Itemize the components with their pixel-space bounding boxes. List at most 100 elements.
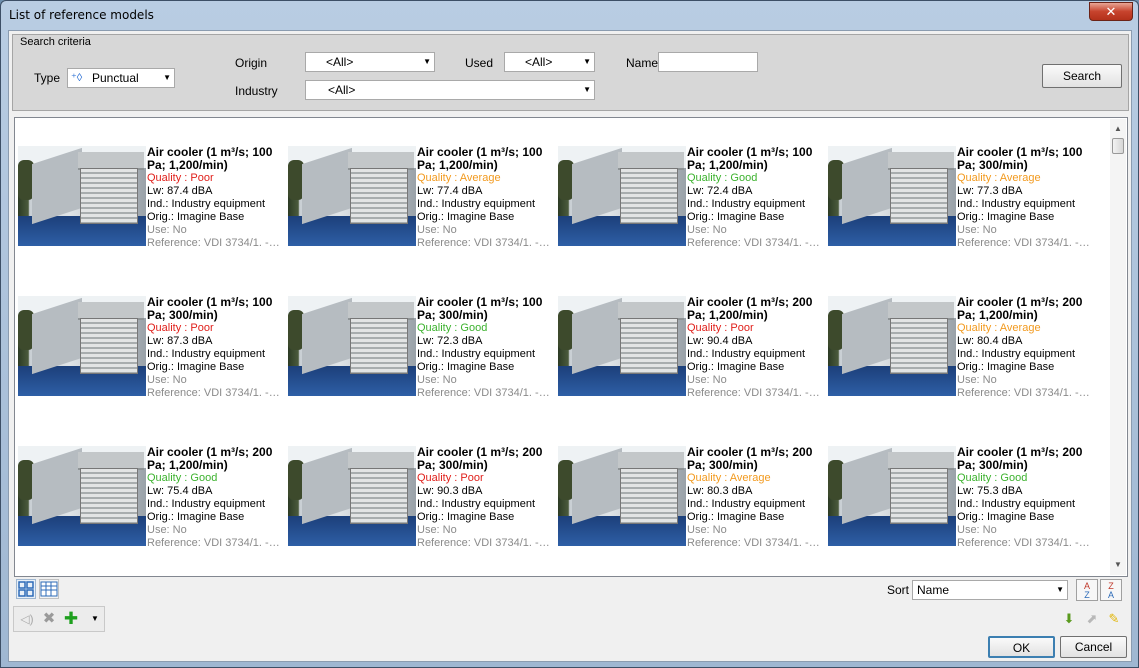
model-industry: Ind.: Industry equipment bbox=[687, 348, 806, 360]
model-lw: Lw: 90.3 dBA bbox=[417, 485, 483, 497]
sort-ascending-button[interactable]: AZ bbox=[1076, 579, 1098, 601]
model-origin: Orig.: Imagine Base bbox=[957, 511, 1055, 523]
model-info: Air cooler (1 m³/s; 100 Pa; 300/min) Qual… bbox=[417, 296, 553, 400]
model-card[interactable]: Air cooler (1 m³/s; 200 Pa; 300/min) Qual… bbox=[828, 446, 1093, 556]
model-reference: Reference: VDI 3734/1. -- Air ... bbox=[417, 387, 553, 399]
model-card[interactable]: Air cooler (1 m³/s; 100 Pa; 300/min) Qual… bbox=[828, 146, 1093, 256]
name-label: Name bbox=[626, 56, 659, 70]
model-lw: Lw: 90.4 dBA bbox=[687, 335, 753, 347]
model-quality: Quality : Average bbox=[417, 172, 501, 184]
model-use: Use: No bbox=[147, 224, 187, 236]
model-lw: Lw: 75.4 dBA bbox=[147, 485, 213, 497]
model-industry: Ind.: Industry equipment bbox=[417, 348, 536, 360]
delete-icon[interactable]: ✖ bbox=[40, 610, 58, 628]
vertical-scrollbar[interactable]: ▲ ▼ bbox=[1110, 119, 1126, 575]
model-lw: Lw: 87.3 dBA bbox=[147, 335, 213, 347]
model-lw: Lw: 80.4 dBA bbox=[957, 335, 1023, 347]
used-select[interactable]: <All> ▼ bbox=[504, 52, 595, 72]
chevron-down-icon[interactable]: ▼ bbox=[86, 610, 104, 628]
sort-select-value: Name bbox=[917, 583, 950, 597]
model-info: Air cooler (1 m³/s; 100 Pa; 1,200/min) Qu… bbox=[147, 146, 283, 250]
model-reference: Reference: VDI 3734/1. -- Air ... bbox=[957, 237, 1093, 249]
model-lw: Lw: 75.3 dBA bbox=[957, 485, 1023, 497]
model-lw: Lw: 87.4 dBA bbox=[147, 185, 213, 197]
model-quality: Quality : Poor bbox=[147, 172, 214, 184]
chevron-down-icon: ▼ bbox=[583, 57, 591, 66]
sort-descending-button[interactable]: ZA bbox=[1100, 579, 1122, 601]
edit-note-icon[interactable]: ✎ bbox=[1105, 610, 1123, 628]
import-icon[interactable]: ⬇ bbox=[1060, 610, 1078, 628]
search-criteria-legend: Search criteria bbox=[20, 36, 91, 48]
scroll-up-icon[interactable]: ▲ bbox=[1110, 121, 1126, 137]
model-info: Air cooler (1 m³/s; 200 Pa; 1,200/min) Qu… bbox=[147, 446, 283, 550]
model-industry: Ind.: Industry equipment bbox=[147, 348, 266, 360]
model-info: Air cooler (1 m³/s; 100 Pa; 300/min) Qual… bbox=[147, 296, 283, 400]
industry-select[interactable]: <All> ▼ bbox=[305, 80, 595, 100]
scroll-down-icon[interactable]: ▼ bbox=[1110, 557, 1126, 573]
model-card[interactable]: Air cooler (1 m³/s; 100 Pa; 1,200/min) Qu… bbox=[558, 146, 823, 256]
results-list: Air cooler (1 m³/s; 100 Pa; 1,200/min) Qu… bbox=[14, 117, 1128, 577]
model-name: Air cooler (1 m³/s; 200 Pa; 1,200/min) bbox=[957, 295, 1083, 322]
model-reference: Reference: VDI 3734/1. -- Air ... bbox=[957, 537, 1093, 549]
model-reference: Reference: VDI 3734/1. -- Air ... bbox=[687, 387, 823, 399]
search-button[interactable]: Search bbox=[1042, 64, 1122, 88]
add-icon[interactable]: ✚ bbox=[62, 610, 80, 628]
sort-select[interactable]: Name ▼ bbox=[912, 580, 1068, 600]
chevron-down-icon: ▼ bbox=[1056, 585, 1064, 594]
speaker-icon[interactable]: ◁) bbox=[18, 610, 36, 628]
model-card[interactable]: Air cooler (1 m³/s; 200 Pa; 1,200/min) Qu… bbox=[828, 296, 1093, 406]
model-thumbnail bbox=[18, 296, 146, 396]
model-thumbnail bbox=[828, 296, 956, 396]
window-title: List of reference models bbox=[9, 8, 154, 22]
origin-select[interactable]: <All> ▼ bbox=[305, 52, 435, 72]
model-origin: Orig.: Imagine Base bbox=[687, 361, 785, 373]
model-card[interactable]: Air cooler (1 m³/s; 100 Pa; 300/min) Qual… bbox=[288, 296, 553, 406]
model-name: Air cooler (1 m³/s; 100 Pa; 1,200/min) bbox=[417, 145, 543, 172]
name-input[interactable] bbox=[658, 52, 758, 72]
model-name: Air cooler (1 m³/s; 200 Pa; 300/min) bbox=[687, 445, 813, 472]
table-view-icon bbox=[40, 581, 58, 597]
model-use: Use: No bbox=[687, 524, 727, 536]
sort-ascending-icon: AZ bbox=[1083, 581, 1090, 600]
export-icon[interactable]: ⬈ bbox=[1083, 610, 1101, 628]
model-industry: Ind.: Industry equipment bbox=[957, 348, 1076, 360]
thumbnail-view-button[interactable] bbox=[16, 579, 36, 599]
model-quality: Quality : Average bbox=[687, 472, 771, 484]
type-select[interactable]: ⁺◊ Punctual ▼ bbox=[67, 68, 175, 88]
type-label: Type bbox=[34, 71, 61, 85]
title-bar[interactable]: List of reference models ✕ bbox=[1, 1, 1138, 31]
close-button[interactable]: ✕ bbox=[1089, 2, 1133, 21]
model-use: Use: No bbox=[147, 374, 187, 386]
model-origin: Orig.: Imagine Base bbox=[687, 211, 785, 223]
chevron-down-icon: ▼ bbox=[163, 73, 171, 82]
model-name: Air cooler (1 m³/s; 100 Pa; 1,200/min) bbox=[147, 145, 273, 172]
model-industry: Ind.: Industry equipment bbox=[147, 198, 266, 210]
model-card[interactable]: Air cooler (1 m³/s; 100 Pa; 1,200/min) Qu… bbox=[288, 146, 553, 256]
model-lw: Lw: 72.3 dBA bbox=[417, 335, 483, 347]
model-use: Use: No bbox=[957, 374, 997, 386]
model-origin: Orig.: Imagine Base bbox=[687, 511, 785, 523]
model-info: Air cooler (1 m³/s; 200 Pa; 300/min) Qual… bbox=[417, 446, 553, 550]
model-card[interactable]: Air cooler (1 m³/s; 200 Pa; 300/min) Qual… bbox=[558, 446, 823, 556]
scroll-thumb[interactable] bbox=[1112, 138, 1124, 154]
punctual-source-icon: ⁺◊ bbox=[71, 72, 83, 84]
model-card[interactable]: Air cooler (1 m³/s; 200 Pa; 1,200/min) Qu… bbox=[18, 446, 283, 556]
model-info: Air cooler (1 m³/s; 200 Pa; 300/min) Qual… bbox=[687, 446, 823, 550]
cancel-button[interactable]: Cancel bbox=[1060, 636, 1127, 658]
ok-button[interactable]: OK bbox=[988, 636, 1055, 658]
model-lw: Lw: 77.3 dBA bbox=[957, 185, 1023, 197]
model-origin: Orig.: Imagine Base bbox=[147, 511, 245, 523]
model-industry: Ind.: Industry equipment bbox=[417, 198, 536, 210]
model-origin: Orig.: Imagine Base bbox=[417, 211, 515, 223]
used-select-value: <All> bbox=[525, 55, 553, 69]
model-industry: Ind.: Industry equipment bbox=[687, 198, 806, 210]
model-use: Use: No bbox=[417, 374, 457, 386]
model-card[interactable]: Air cooler (1 m³/s; 100 Pa; 1,200/min) Qu… bbox=[18, 146, 283, 256]
model-card[interactable]: Air cooler (1 m³/s; 200 Pa; 1,200/min) Qu… bbox=[558, 296, 823, 406]
model-name: Air cooler (1 m³/s; 100 Pa; 300/min) bbox=[147, 295, 273, 322]
model-industry: Ind.: Industry equipment bbox=[687, 498, 806, 510]
table-view-button[interactable] bbox=[39, 579, 59, 599]
model-card[interactable]: Air cooler (1 m³/s; 100 Pa; 300/min) Qual… bbox=[18, 296, 283, 406]
model-lw: Lw: 77.4 dBA bbox=[417, 185, 483, 197]
model-card[interactable]: Air cooler (1 m³/s; 200 Pa; 300/min) Qual… bbox=[288, 446, 553, 556]
